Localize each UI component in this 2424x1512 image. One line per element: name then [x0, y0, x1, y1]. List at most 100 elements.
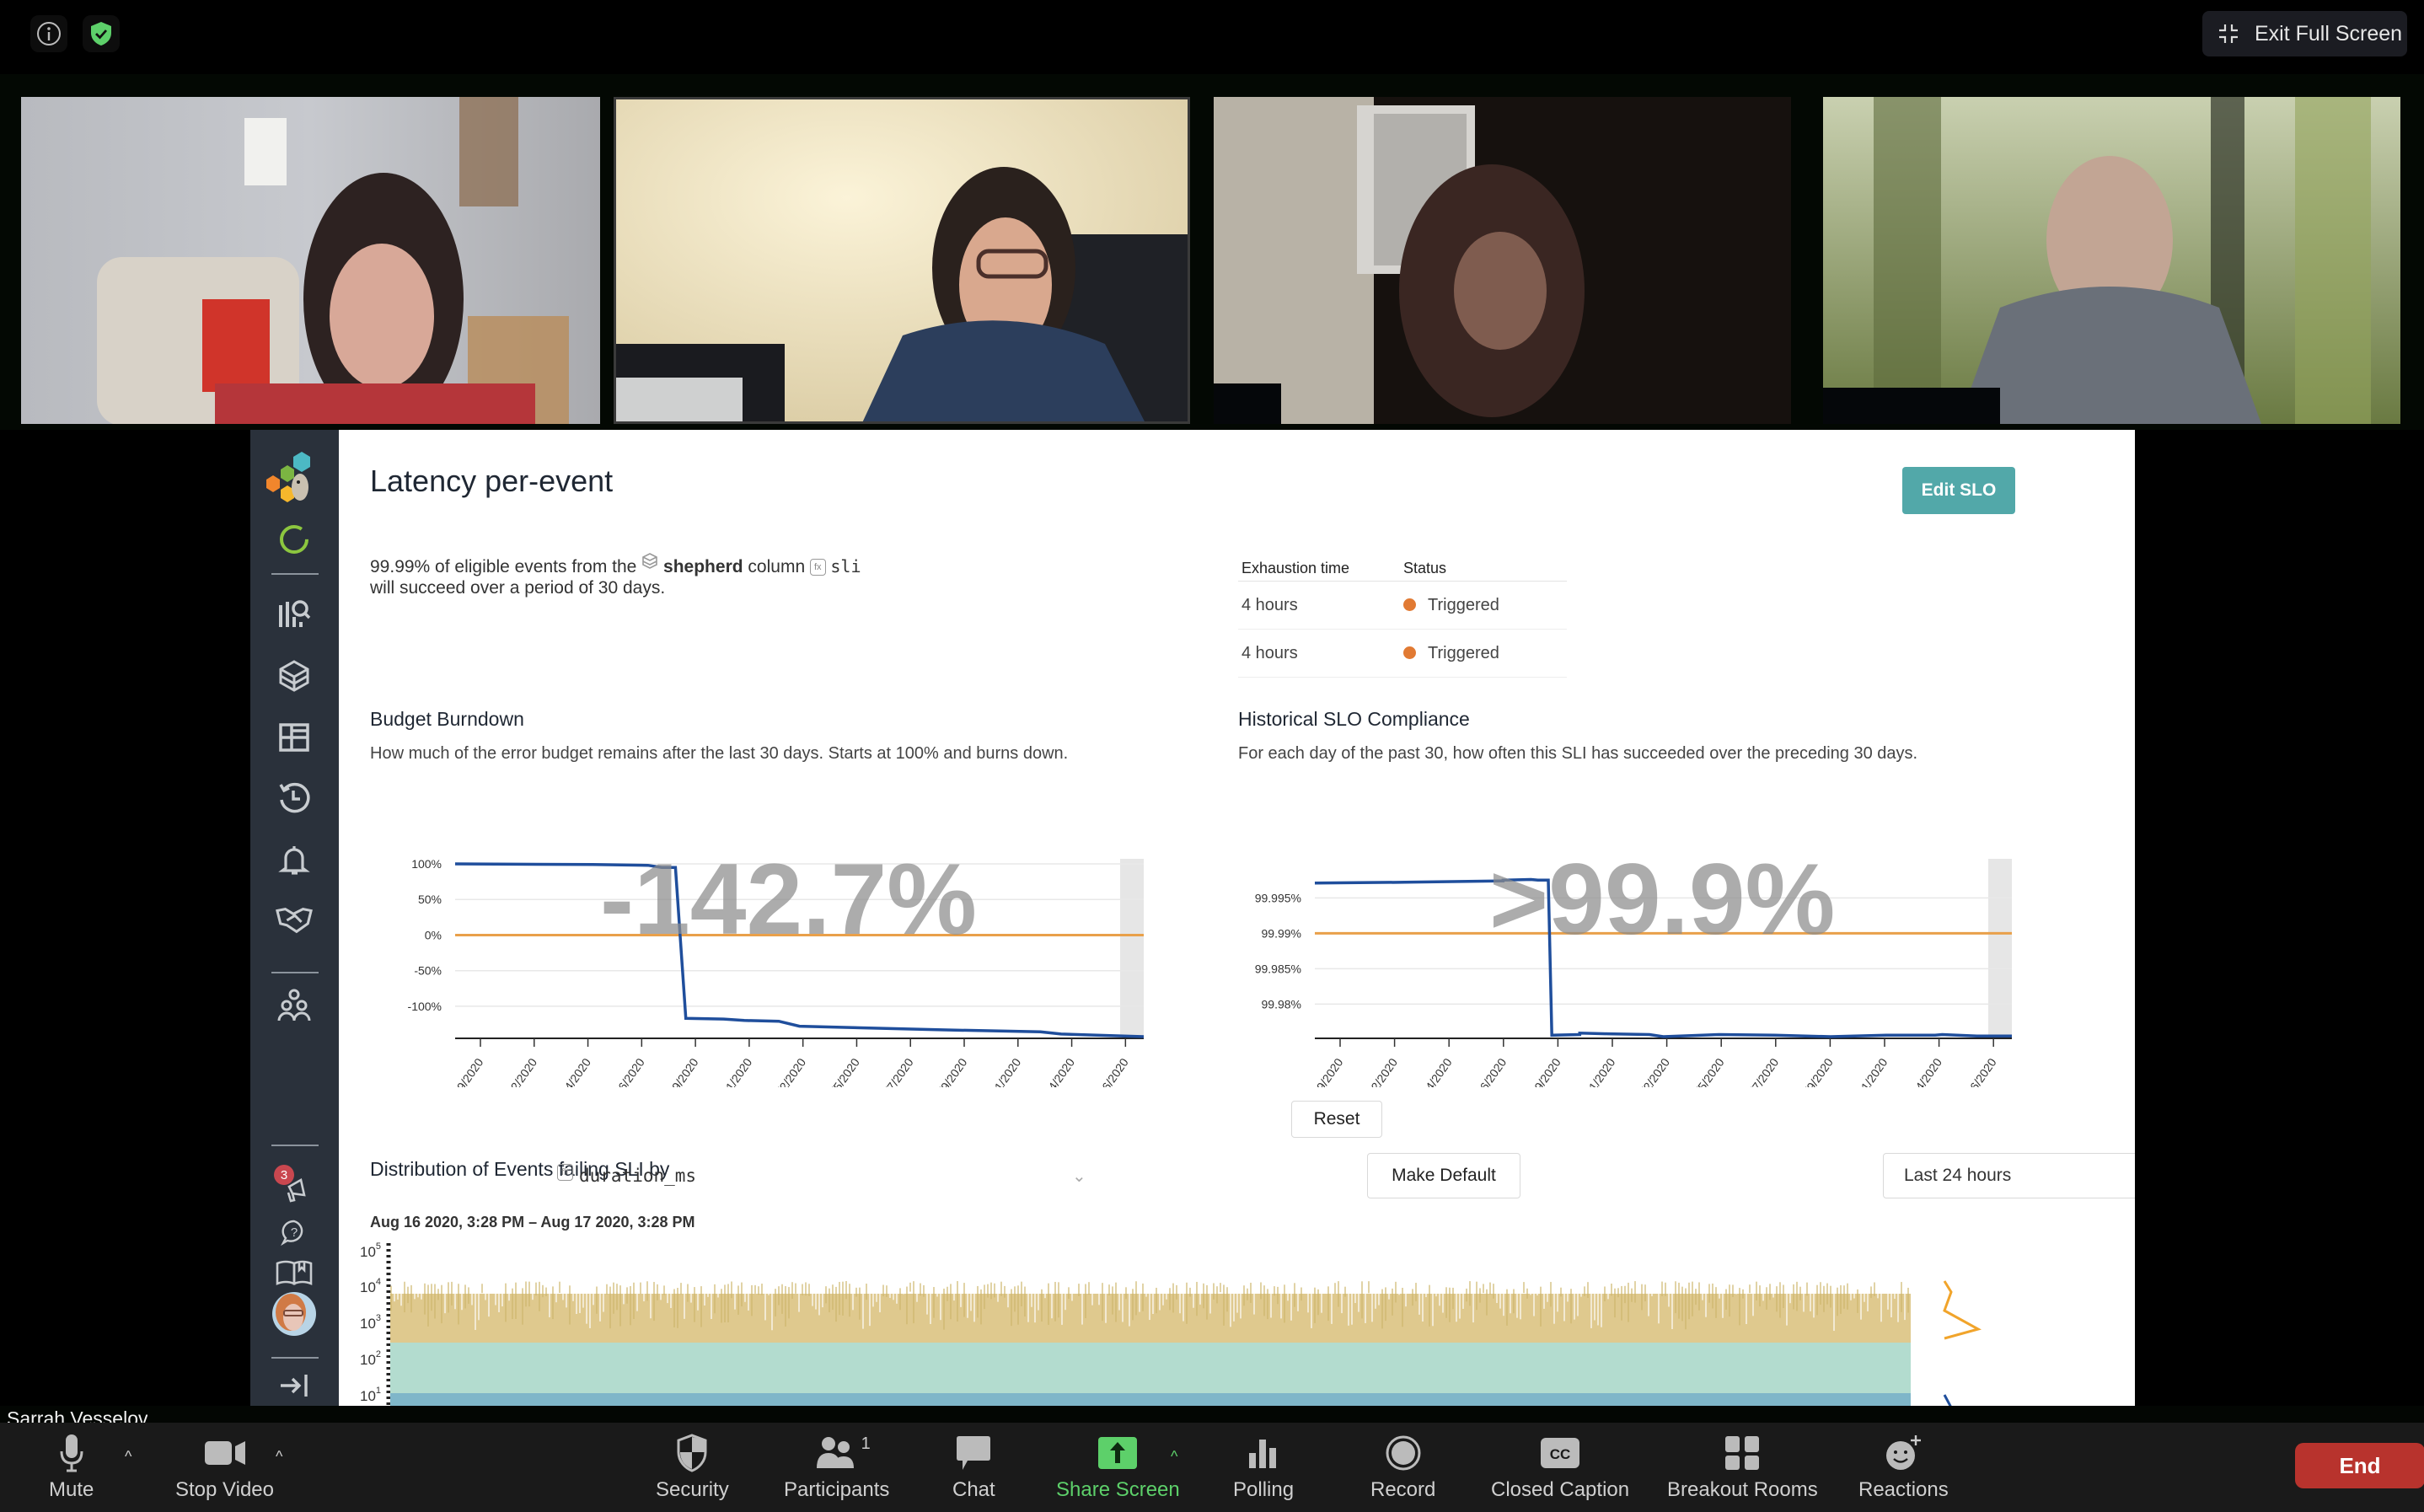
heatmap-cell	[488, 1283, 490, 1317]
heatmap-cell	[1601, 1287, 1602, 1327]
heatmap-cell	[1553, 1289, 1555, 1324]
heatmap-cell	[1510, 1283, 1511, 1314]
chevron-down-icon[interactable]: ⌄	[1072, 1166, 1086, 1187]
share-options-caret[interactable]: ^	[1171, 1448, 1177, 1466]
handshake-icon[interactable]	[276, 902, 313, 939]
chat-button[interactable]: Chat	[952, 1433, 995, 1502]
heatmap-cell	[616, 1284, 618, 1311]
table-row[interactable]: 4 hours Triggered	[1238, 630, 1567, 678]
avatar[interactable]	[272, 1292, 316, 1336]
participant-video-tile[interactable]	[21, 97, 600, 424]
heatmap-cell	[1108, 1284, 1110, 1295]
heatmap-cell	[990, 1282, 992, 1300]
heatmap-cell	[1638, 1281, 1639, 1291]
make-default-button[interactable]: Make Default	[1367, 1153, 1520, 1198]
closed-caption-button[interactable]: CC Closed Caption	[1491, 1433, 1629, 1502]
heatmap-cell	[451, 1281, 453, 1306]
sli-column-name[interactable]: sli	[830, 556, 861, 576]
heatmap-cell	[650, 1284, 652, 1319]
heatmap-cell	[1122, 1287, 1124, 1322]
participant-video-tile[interactable]	[1214, 97, 1791, 424]
dataset-cube-icon[interactable]	[276, 657, 313, 694]
heatmap-cell	[1230, 1284, 1231, 1327]
heatmap-cell	[1054, 1281, 1056, 1322]
heatmap-cell	[1253, 1289, 1255, 1315]
status-badge: Triggered	[1403, 644, 1499, 663]
stop-video-button[interactable]: Stop Video	[175, 1433, 274, 1502]
heatmap-cell	[431, 1284, 432, 1311]
honeycomb-logo-icon[interactable]	[262, 450, 324, 504]
heatmap-cell	[1708, 1284, 1710, 1303]
polling-button[interactable]: Polling	[1233, 1433, 1294, 1502]
heatmap-cell	[822, 1283, 823, 1308]
meeting-info-button[interactable]	[30, 15, 67, 52]
help-bubble-icon[interactable]: ?	[276, 1214, 313, 1251]
heatmap-cell	[727, 1284, 729, 1322]
bell-icon[interactable]	[276, 841, 313, 878]
end-meeting-button[interactable]: End	[2295, 1443, 2424, 1488]
exhaustion-table: Exhaustion time Status 4 hours Triggered…	[1238, 555, 1567, 678]
participant-video-tile[interactable]	[614, 97, 1190, 424]
heatmap-cell	[889, 1289, 891, 1298]
heatmap-cell	[1324, 1281, 1326, 1293]
participant-video-tile[interactable]	[1823, 97, 2400, 424]
time-range-select[interactable]: Last 24 hours	[1883, 1153, 2135, 1198]
heatmap-chart[interactable]: 105 104 103 102 101	[360, 1235, 2071, 1406]
encryption-status-button[interactable]	[83, 15, 120, 52]
heatmap-cell	[468, 1287, 469, 1304]
reactions-button[interactable]: Reactions	[1858, 1433, 1949, 1502]
heatmap-cell	[589, 1286, 591, 1328]
reset-button[interactable]: Reset	[1291, 1101, 1382, 1138]
column-header-status: Status	[1403, 560, 1447, 576]
heatmap-cell	[522, 1288, 523, 1325]
heatmap-cell	[1247, 1288, 1248, 1300]
share-screen-button[interactable]: Share Screen	[1056, 1433, 1180, 1502]
heatmap-cell	[1196, 1281, 1198, 1316]
heatmap-cell	[1641, 1284, 1643, 1311]
heatmap-cell	[1479, 1288, 1481, 1303]
heatmap-cell	[764, 1289, 766, 1321]
heatmap-cell	[1048, 1283, 1049, 1325]
video-options-caret[interactable]: ^	[276, 1448, 282, 1466]
edit-slo-button[interactable]: Edit SLO	[1902, 467, 2015, 514]
dataset-name[interactable]: shepherd	[663, 557, 743, 576]
record-button[interactable]: Record	[1370, 1433, 1435, 1502]
heatmap-cell	[1816, 1284, 1818, 1316]
collapse-sidebar-icon[interactable]	[276, 1367, 313, 1404]
heatmap-cell	[1027, 1287, 1029, 1322]
board-grid-icon[interactable]	[276, 719, 313, 756]
heatmap-cell	[1796, 1281, 1798, 1311]
status-dot-icon	[1403, 598, 1416, 611]
heatmap-cell	[1294, 1283, 1295, 1307]
team-icon[interactable]	[276, 986, 313, 1023]
heatmap-cell	[1071, 1288, 1073, 1301]
announcements-button[interactable]: 3	[274, 1165, 313, 1207]
heatmap-cell	[1840, 1284, 1842, 1314]
heatmap-cell	[1813, 1283, 1815, 1318]
mute-button[interactable]: Mute	[49, 1433, 94, 1502]
y-tick-label: 102	[360, 1349, 381, 1368]
heatmap-cell	[1021, 1281, 1022, 1306]
heatmap-time-range: Aug 16 2020, 3:28 PM – Aug 17 2020, 3:28…	[370, 1214, 695, 1231]
group-by-field-select[interactable]: duration_ms	[579, 1166, 696, 1186]
heatmap-cell	[630, 1285, 631, 1326]
table-row[interactable]: 4 hours Triggered	[1238, 582, 1567, 630]
heatmap-cell	[1321, 1289, 1322, 1313]
heatmap-cell	[498, 1288, 500, 1312]
x-tick-label: 8/5/2020	[1689, 1055, 1726, 1087]
heatmap-cell	[940, 1285, 941, 1321]
heatmap-cell	[684, 1285, 685, 1319]
heatmap-cell	[1776, 1286, 1778, 1312]
security-button[interactable]: Security	[656, 1433, 729, 1502]
book-icon[interactable]	[276, 1254, 313, 1291]
heatmap-cell	[407, 1286, 409, 1304]
x-tick-label: 7/31/2020	[1577, 1055, 1618, 1087]
heatmap-cell	[1489, 1282, 1491, 1295]
query-chart-icon[interactable]	[276, 595, 313, 632]
breakout-rooms-button[interactable]: Breakout Rooms	[1667, 1433, 1818, 1502]
exit-full-screen-button[interactable]: Exit Full Screen	[2202, 11, 2407, 56]
audio-options-caret[interactable]: ^	[125, 1448, 131, 1466]
participants-button[interactable]: 1 Participants	[784, 1433, 889, 1502]
heatmap-cell	[771, 1288, 773, 1331]
history-icon[interactable]	[276, 780, 313, 817]
